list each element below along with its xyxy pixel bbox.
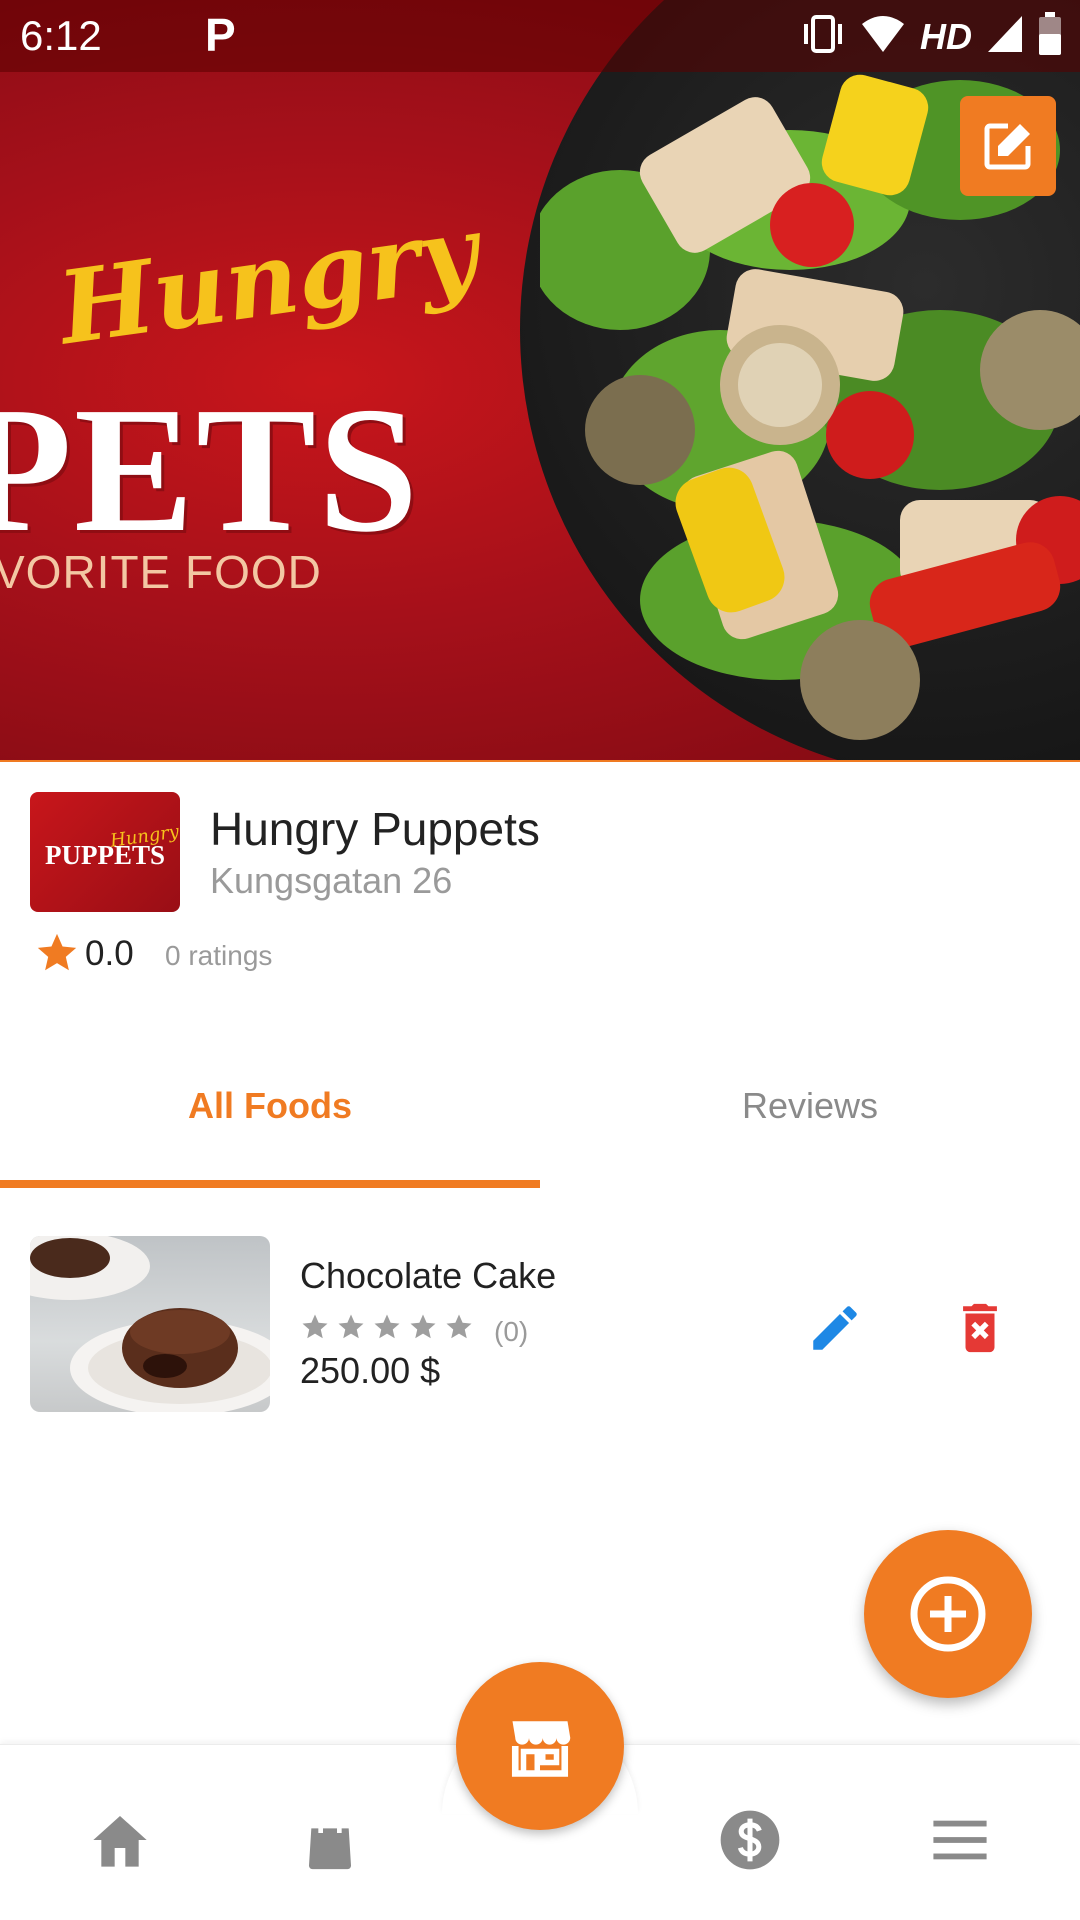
status-icons: HD xyxy=(800,12,1062,61)
shopping-bag-icon xyxy=(309,1812,351,1870)
pencil-icon xyxy=(813,1306,857,1350)
store-logo-text: PUPPETS xyxy=(44,840,165,870)
delete-food-button[interactable] xyxy=(945,1293,1015,1363)
store-logo: Hungry PUPPETS xyxy=(30,792,180,912)
hero-title-text: PETS xyxy=(0,370,421,569)
add-food-button[interactable] xyxy=(864,1530,1032,1698)
food-rating-count: (0) xyxy=(494,1316,529,1347)
edit-food-button[interactable] xyxy=(800,1293,870,1363)
food-price: 250.00 $ xyxy=(300,1350,441,1391)
star-icon xyxy=(34,930,80,981)
home-icon xyxy=(93,1816,147,1867)
star-icon xyxy=(338,1314,364,1339)
vibrate-icon xyxy=(800,14,846,59)
nav-store[interactable] xyxy=(456,1662,624,1830)
trash-icon xyxy=(963,1303,997,1353)
add-circle-icon xyxy=(910,1576,986,1652)
status-bar: 6:12 P HD xyxy=(0,0,1080,72)
hero-tagline: VORITE FOOD xyxy=(0,546,322,598)
edit-square-icon xyxy=(984,123,1031,170)
dollar-icon xyxy=(720,1810,780,1870)
star-icon xyxy=(446,1314,472,1339)
wifi-icon xyxy=(860,14,906,59)
tab-reviews[interactable]: Reviews xyxy=(540,1085,1080,1127)
food-image[interactable] xyxy=(30,1236,270,1412)
star-icon xyxy=(374,1314,400,1339)
nav-home[interactable] xyxy=(80,1800,160,1880)
store-name: Hungry Puppets xyxy=(210,803,540,855)
cell-signal-icon xyxy=(986,14,1024,59)
store-rating-value: 0.0 xyxy=(85,934,134,973)
store-rating-count: 0 ratings xyxy=(165,940,273,971)
hero-script-text: Hungry xyxy=(51,192,485,368)
nav-orders[interactable] xyxy=(290,1800,370,1880)
nav-earnings[interactable] xyxy=(710,1800,790,1880)
tab-indicator xyxy=(0,1180,540,1188)
hero-banner: Hungry PETS VORITE FOOD xyxy=(0,0,1080,762)
network-type-label: HD xyxy=(920,15,972,57)
status-time: 6:12 xyxy=(20,12,102,59)
battery-icon xyxy=(1038,12,1062,61)
tab-all-foods[interactable]: All Foods xyxy=(0,1085,540,1127)
store-address: Kungsgatan 26 xyxy=(210,860,453,901)
notification-app-icon: P xyxy=(205,9,236,61)
food-star-rating xyxy=(300,1312,474,1342)
nav-menu[interactable] xyxy=(920,1800,1000,1880)
food-name[interactable]: Chocolate Cake xyxy=(300,1255,556,1297)
star-icon xyxy=(302,1314,328,1339)
menu-icon xyxy=(933,1820,987,1860)
edit-store-button[interactable] xyxy=(960,96,1056,196)
store-icon xyxy=(511,1721,571,1777)
star-icon xyxy=(410,1314,436,1339)
hero-divider xyxy=(0,760,1080,762)
